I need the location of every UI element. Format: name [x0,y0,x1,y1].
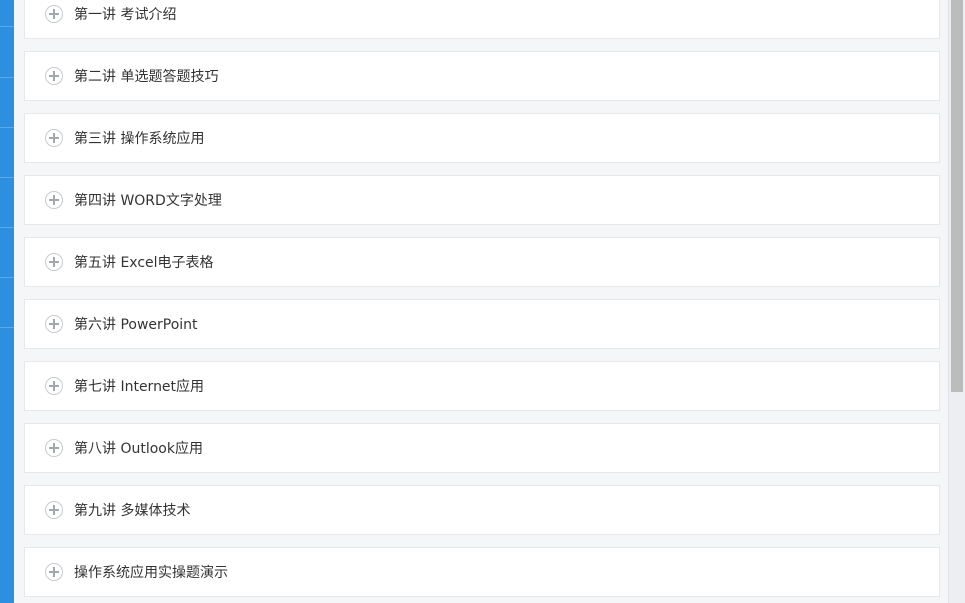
nav-divider [0,177,14,178]
plus-circle-icon[interactable] [45,439,63,457]
chapter-item[interactable]: 第九讲 多媒体技术 [24,485,940,535]
chapter-item[interactable]: 第七讲 Internet应用 [24,361,940,411]
nav-divider [0,77,14,78]
plus-circle-icon[interactable] [45,315,63,333]
course-chapter-page: 第一讲 考试介绍 第二讲 单选题答题技巧 第三讲 操作系统应用 第四讲 WORD… [0,0,965,603]
chapter-title: 第八讲 Outlook应用 [74,441,203,457]
chapter-title: 第三讲 操作系统应用 [74,131,205,147]
plus-circle-icon[interactable] [45,191,63,209]
scrollbar-thumb[interactable] [951,0,963,392]
left-nav-strip[interactable] [0,0,14,603]
chapter-title: 第一讲 考试介绍 [74,7,177,23]
chapter-title: 第九讲 多媒体技术 [74,503,191,519]
plus-circle-icon[interactable] [45,67,63,85]
chapter-item[interactable]: 第一讲 考试介绍 [24,0,940,39]
chapter-item[interactable]: 第八讲 Outlook应用 [24,423,940,473]
chapter-item[interactable]: 第二讲 单选题答题技巧 [24,51,940,101]
chapter-title: 第四讲 WORD文字处理 [74,193,222,209]
chapter-title: 第五讲 Excel电子表格 [74,255,214,271]
plus-circle-icon[interactable] [45,377,63,395]
plus-circle-icon[interactable] [45,253,63,271]
chapter-title: 第六讲 PowerPoint [74,317,198,333]
nav-divider [0,227,14,228]
chapter-item[interactable]: 第五讲 Excel电子表格 [24,237,940,287]
plus-circle-icon[interactable] [45,129,63,147]
plus-circle-icon[interactable] [45,5,63,23]
nav-divider [0,327,14,328]
chapter-title: 第二讲 单选题答题技巧 [74,69,219,85]
chapter-scroll-area[interactable]: 第一讲 考试介绍 第二讲 单选题答题技巧 第三讲 操作系统应用 第四讲 WORD… [14,0,948,603]
chapter-item[interactable]: 操作系统应用实操题演示 [24,547,940,597]
vertical-scrollbar[interactable] [948,0,965,603]
plus-circle-icon[interactable] [45,563,63,581]
chapter-item[interactable]: 第六讲 PowerPoint [24,299,940,349]
chapter-list: 第一讲 考试介绍 第二讲 单选题答题技巧 第三讲 操作系统应用 第四讲 WORD… [24,0,940,603]
chapter-title: 第七讲 Internet应用 [74,379,205,395]
plus-circle-icon[interactable] [45,501,63,519]
nav-divider [0,277,14,278]
chapter-item[interactable]: 第四讲 WORD文字处理 [24,175,940,225]
chapter-title: 操作系统应用实操题演示 [74,565,228,581]
nav-divider [0,26,14,27]
nav-divider [0,127,14,128]
chapter-item[interactable]: 第三讲 操作系统应用 [24,113,940,163]
